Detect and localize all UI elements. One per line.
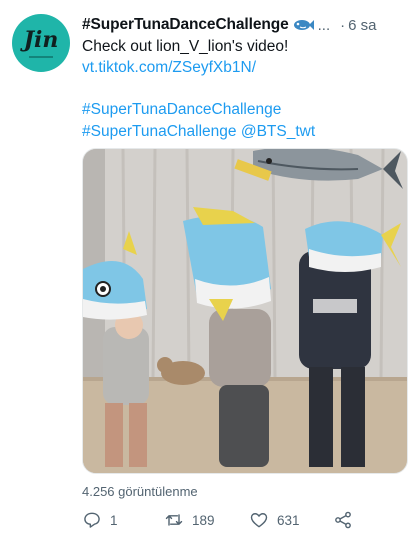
action-bar: 1 189 631 xyxy=(82,508,372,532)
hashtag-link[interactable]: #SuperTunaDanceChallenge xyxy=(82,100,281,120)
tweet-time[interactable]: 6 sa xyxy=(348,17,376,34)
tweet: Jin #SuperTunaDanceChallenge ... · 6 sa … xyxy=(0,0,420,540)
tweet-header: #SuperTunaDanceChallenge ... · 6 sa xyxy=(82,14,407,36)
avatar-text: Jin xyxy=(23,26,59,53)
like-button[interactable]: 631 xyxy=(249,508,300,532)
avatar[interactable]: Jin xyxy=(12,14,70,72)
tweet-video[interactable] xyxy=(82,148,408,474)
mention-link[interactable]: @BTS_twt xyxy=(241,123,315,140)
video-frame-illustration xyxy=(83,149,407,473)
hashtag-link[interactable]: #SuperTunaChallenge xyxy=(82,123,237,140)
hashtag-mention-line: #SuperTunaChallenge @BTS_twt xyxy=(82,122,315,142)
reply-count: 1 xyxy=(110,512,118,528)
view-count: 4.256 görüntülenme xyxy=(82,484,198,499)
share-icon xyxy=(335,511,351,529)
name-ellipsis: ... xyxy=(317,16,331,34)
fish-emoji-icon xyxy=(293,20,314,30)
retweet-button[interactable]: 189 xyxy=(164,508,215,532)
retweet-count: 189 xyxy=(192,512,215,528)
reply-icon xyxy=(84,512,100,528)
retweet-icon xyxy=(165,514,183,526)
tweet-link[interactable]: vt.tiktok.com/ZSeyfXb1N/ xyxy=(82,58,256,78)
like-icon xyxy=(250,513,268,528)
reply-button[interactable]: 1 xyxy=(82,508,118,532)
avatar-underline xyxy=(29,55,53,58)
meta-separator: · xyxy=(340,16,346,34)
tweet-text-line: Check out lion_V_lion's video! xyxy=(82,38,289,55)
display-name[interactable]: #SuperTunaDanceChallenge xyxy=(82,16,289,34)
share-button[interactable] xyxy=(333,508,353,532)
like-count: 631 xyxy=(277,512,300,528)
